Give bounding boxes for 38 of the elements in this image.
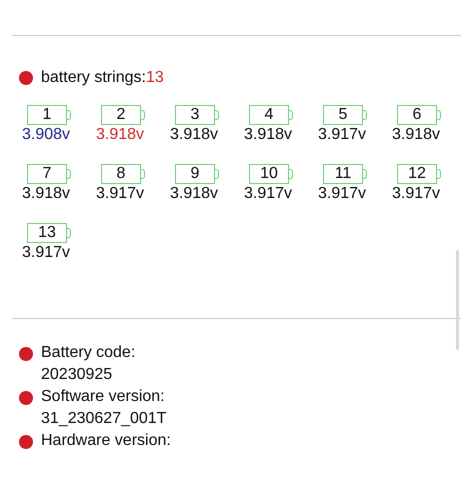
cell-voltage: 3.917v [392,185,440,203]
battery-cell: 7 [27,164,71,184]
cell-voltage: 3.917v [318,185,366,203]
battery-cell: 8 [101,164,145,184]
info-label: Battery code: [41,343,136,363]
battery-cell: 10 [249,164,293,184]
cell-voltage: 3.918v [22,185,70,203]
scrollbar[interactable] [456,250,459,350]
info-label: Software version: [41,387,166,407]
cell-voltage: 3.917v [244,185,292,203]
battery-cell: 4 [249,105,293,125]
battery-cell: 2 [101,105,145,125]
info-value: 31_230627_001T [41,409,166,429]
bullet-dot-icon [19,347,33,361]
cell-voltage: 3.918v [244,126,292,144]
battery-strings-count: 13 [146,69,164,87]
battery-cell: 5 [323,105,367,125]
battery-strings-label: battery strings: [41,69,146,87]
cell-voltage: 3.918v [170,126,218,144]
cell-voltage: 3.918v [170,185,218,203]
cell-voltage: 3.918v [392,126,440,144]
battery-cell: 9 [175,164,219,184]
info-label: Hardware version: [41,431,171,451]
bullet-dot-icon [19,435,33,449]
bullet-dot-icon [19,71,33,85]
battery-cell: 6 [397,105,441,125]
battery-cell: 1 [27,105,71,125]
battery-cell: 11 [323,164,367,184]
bullet-dot-icon [19,391,33,405]
cell-voltage: 3.917v [22,244,70,262]
cell-voltage: 3.908v [22,126,70,144]
cell-voltage: 3.918v [96,126,144,144]
battery-cell: 13 [27,223,71,243]
cell-voltage: 3.917v [318,126,366,144]
battery-cell: 3 [175,105,219,125]
info-value: 20230925 [41,365,114,385]
battery-cell: 12 [397,164,441,184]
cell-voltage: 3.917v [96,185,144,203]
